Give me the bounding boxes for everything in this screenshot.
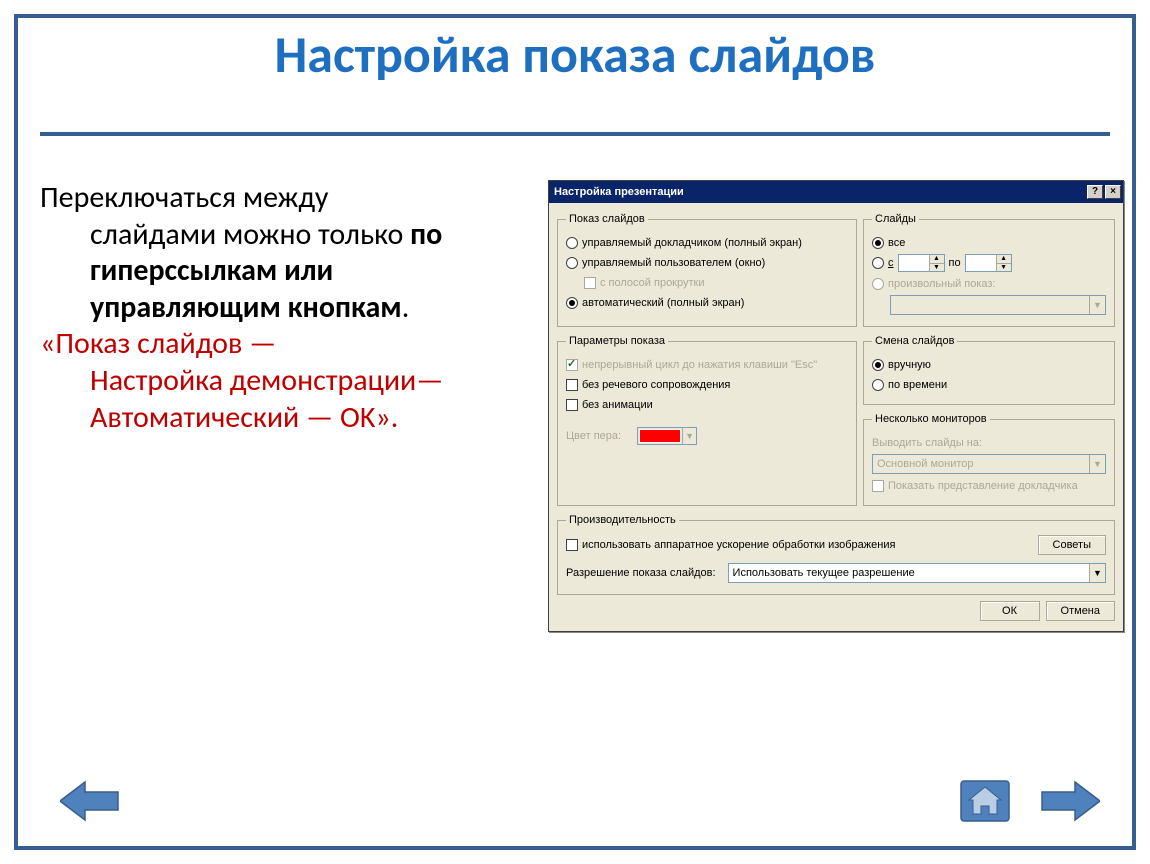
checkbox-label: без анимации: [582, 399, 653, 411]
close-button[interactable]: ×: [1105, 185, 1121, 199]
checkbox: [584, 277, 596, 289]
pen-color-picker[interactable]: ▼: [637, 427, 697, 445]
group-performance: Производительность использовать аппаратн…: [557, 514, 1115, 595]
label: по: [949, 257, 961, 269]
page-title: Настройка показа слайдов: [0, 22, 1150, 86]
radio-label: автоматический (полный экран): [582, 297, 744, 309]
text-line: слайдами можно только по гиперссылкам ил…: [40, 217, 490, 327]
spin-input[interactable]: [966, 255, 996, 271]
group-legend: Параметры показа: [566, 335, 668, 347]
label: Разрешение показа слайдов:: [566, 567, 716, 579]
ok-button[interactable]: ОК: [980, 601, 1040, 621]
radio[interactable]: [872, 379, 884, 391]
radio-label: управляемый пользователем (окно): [582, 257, 765, 269]
group-show-type: Показ слайдов управляемый докладчиком (п…: [557, 213, 857, 327]
group-advance: Смена слайдов вручную по времени: [863, 335, 1115, 405]
radio: [872, 278, 884, 290]
checkbox[interactable]: [566, 399, 578, 411]
slide-body-text: Переключаться между слайдами можно тольк…: [40, 180, 490, 436]
radio[interactable]: [566, 257, 578, 269]
checkbox: [566, 359, 578, 371]
checkbox-label: использовать аппаратное ускорение обрабо…: [582, 539, 895, 551]
radio-label: с: [888, 257, 894, 269]
label: Выводить слайды на:: [872, 437, 982, 449]
text-line-red: «Показ слайдов —: [40, 326, 490, 363]
radio[interactable]: [566, 237, 578, 249]
radio[interactable]: [872, 359, 884, 371]
presentation-setup-dialog: Настройка презентации ? × Показ слайдов …: [548, 180, 1124, 632]
group-legend: Смена слайдов: [872, 335, 957, 347]
text-line-red: Настройка демонстрации— Автоматический —…: [40, 363, 490, 436]
cancel-button[interactable]: Отмена: [1046, 601, 1115, 621]
group-legend: Несколько мониторов: [872, 413, 990, 425]
checkbox-label: непрерывный цикл до нажатия клавиши "Esc…: [582, 359, 817, 371]
checkbox-label: с полосой прокрутки: [600, 277, 704, 289]
label: Цвет пера:: [566, 430, 621, 442]
custom-show-combo: ▼: [890, 295, 1106, 315]
arrow-left-icon: [60, 778, 120, 824]
nav-prev-button[interactable]: [60, 778, 120, 824]
checkbox[interactable]: [566, 539, 578, 551]
radio[interactable]: [872, 237, 884, 249]
radio-label: все: [888, 237, 905, 249]
group-monitors: Несколько мониторов Выводить слайды на: …: [863, 413, 1115, 506]
dialog-titlebar[interactable]: Настройка презентации ? ×: [549, 181, 1123, 203]
arrow-right-icon: [1040, 778, 1100, 824]
spin-input[interactable]: [899, 255, 929, 271]
title-divider: [40, 132, 1110, 136]
monitor-combo: Основной монитор▼: [872, 454, 1106, 474]
radio[interactable]: [872, 257, 884, 269]
checkbox-label: без речевого сопровождения: [582, 379, 730, 391]
spin-to[interactable]: ▲▼: [965, 254, 1012, 272]
radio-label: по времени: [888, 379, 947, 391]
radio[interactable]: [566, 297, 578, 309]
group-show-options: Параметры показа непрерывный цикл до наж…: [557, 335, 857, 506]
help-button[interactable]: ?: [1087, 185, 1103, 199]
radio-label: вручную: [888, 359, 931, 371]
resolution-combo[interactable]: Использовать текущее разрешение▼: [728, 563, 1106, 583]
group-legend: Показ слайдов: [566, 213, 648, 225]
group-slides: Слайды все с ▲▼ по ▲▼ произвольный показ…: [863, 213, 1115, 327]
checkbox: [872, 480, 884, 492]
nav-home-button[interactable]: [955, 778, 1015, 824]
checkbox-label: Показать представление докладчика: [888, 480, 1078, 492]
spin-from[interactable]: ▲▼: [898, 254, 945, 272]
group-legend: Производительность: [566, 514, 679, 526]
nav-next-button[interactable]: [1040, 778, 1100, 824]
group-legend: Слайды: [872, 213, 919, 225]
text-line: Переключаться между: [40, 180, 490, 217]
tips-button[interactable]: Советы: [1038, 535, 1106, 555]
radio-label: произвольный показ:: [888, 278, 996, 290]
radio-label: управляемый докладчиком (полный экран): [582, 237, 802, 249]
home-icon: [955, 778, 1015, 824]
checkbox[interactable]: [566, 379, 578, 391]
color-swatch: [639, 429, 681, 443]
dialog-title: Настройка презентации: [554, 186, 684, 198]
